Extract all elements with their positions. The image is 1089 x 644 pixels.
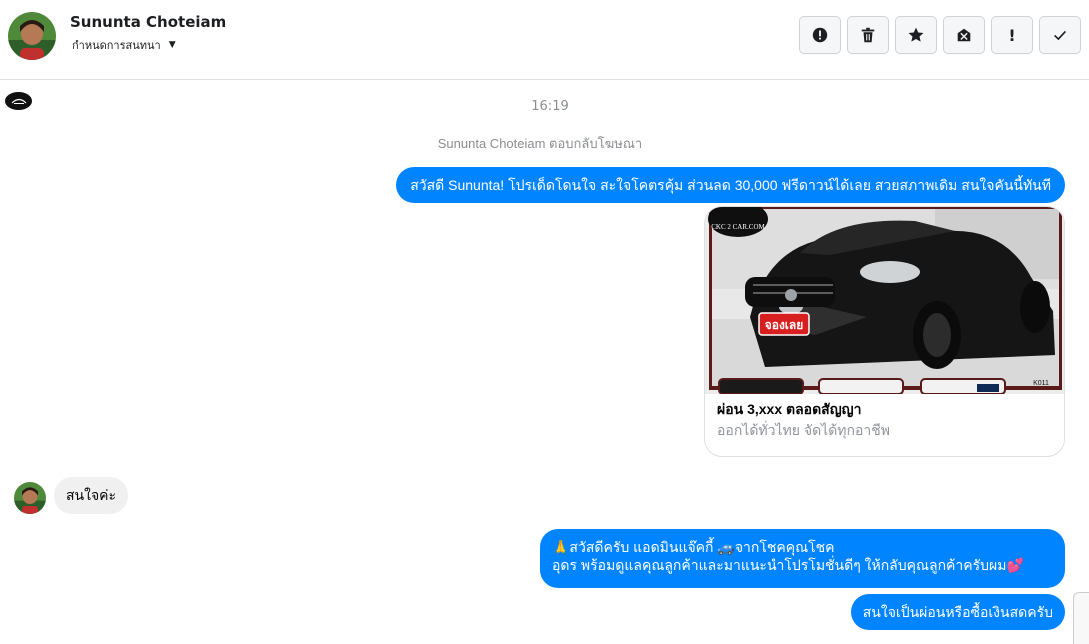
mark-unread-button[interactable] [943,16,985,54]
message-line: 🙏สวัสดีครับ แอดมินแจ๊คกี้ 🚙จากโชคคุณโชค [552,539,835,555]
contact-avatar[interactable] [8,12,56,60]
outgoing-message[interactable]: สนใจเป็นผ่อนหรือซื้อเงินสดครับ [850,594,1065,630]
conversation-toolbar: ! [799,16,1081,54]
contact-avatar-small [14,482,46,514]
outgoing-message[interactable]: 🙏สวัสดีครับ แอดมินแจ๊คกี้ 🚙จากโชคคุณโชค … [540,529,1065,588]
side-panel-tab[interactable] [1073,592,1089,644]
caret-down-icon: ▼ [168,40,176,50]
check-icon [1054,30,1066,41]
car-ad-image: CKC 2 CAR.COM จองเลย K011 [705,207,1064,394]
report-spam-button[interactable] [799,16,841,54]
assign-label: กำหนดการสนทนา [72,39,161,52]
ad-card-title: ผ่อน 3,xxx ตลอดสัญญา [717,401,862,417]
conversation-header: Sununta Choteiam กำหนดการสนทนา ▼ ! [0,0,1089,80]
delete-button[interactable] [847,16,889,54]
contact-name[interactable]: Sununta Choteiam [70,13,226,31]
stock-code: K011 [1033,380,1049,387]
exclamation-icon: ! [1008,25,1016,45]
ad-reply-note: Sununta Choteiam ตอบกลับโฆษณา [437,136,643,151]
trash-icon [861,27,875,43]
alert-circle-icon [812,27,828,43]
follow-up-button[interactable]: ! [991,16,1033,54]
ad-card-subtitle: ออกได้ทั่วไทย จัดได้ทุกอาชีพ [717,422,891,438]
star-button[interactable] [895,16,937,54]
mark-done-button[interactable] [1039,16,1081,54]
star-icon [908,27,924,42]
envelope-x-icon [957,28,971,42]
dealer-logo-text: CKC 2 CAR.COM [711,223,765,231]
message-timestamp: 16:19 [531,99,569,114]
assign-conversation-dropdown[interactable]: กำหนดการสนทนา ▼ [72,36,176,54]
book-now-badge: จองเลย [765,318,804,332]
outgoing-message[interactable]: สวัสดี Sununta! โปรเด็ดโดนใจ สะใจโคตรคุ้… [396,167,1065,203]
ad-card[interactable]: CKC 2 CAR.COM จองเลย K011 ผ่อน 3,xxx ตลอ… [704,206,1065,457]
message-line: อุดร พร้อมดูแลคุณลูกค้าและมาแนะนำโปรโมชั… [552,557,1024,573]
incoming-message[interactable]: สนใจค่ะ [54,477,129,514]
